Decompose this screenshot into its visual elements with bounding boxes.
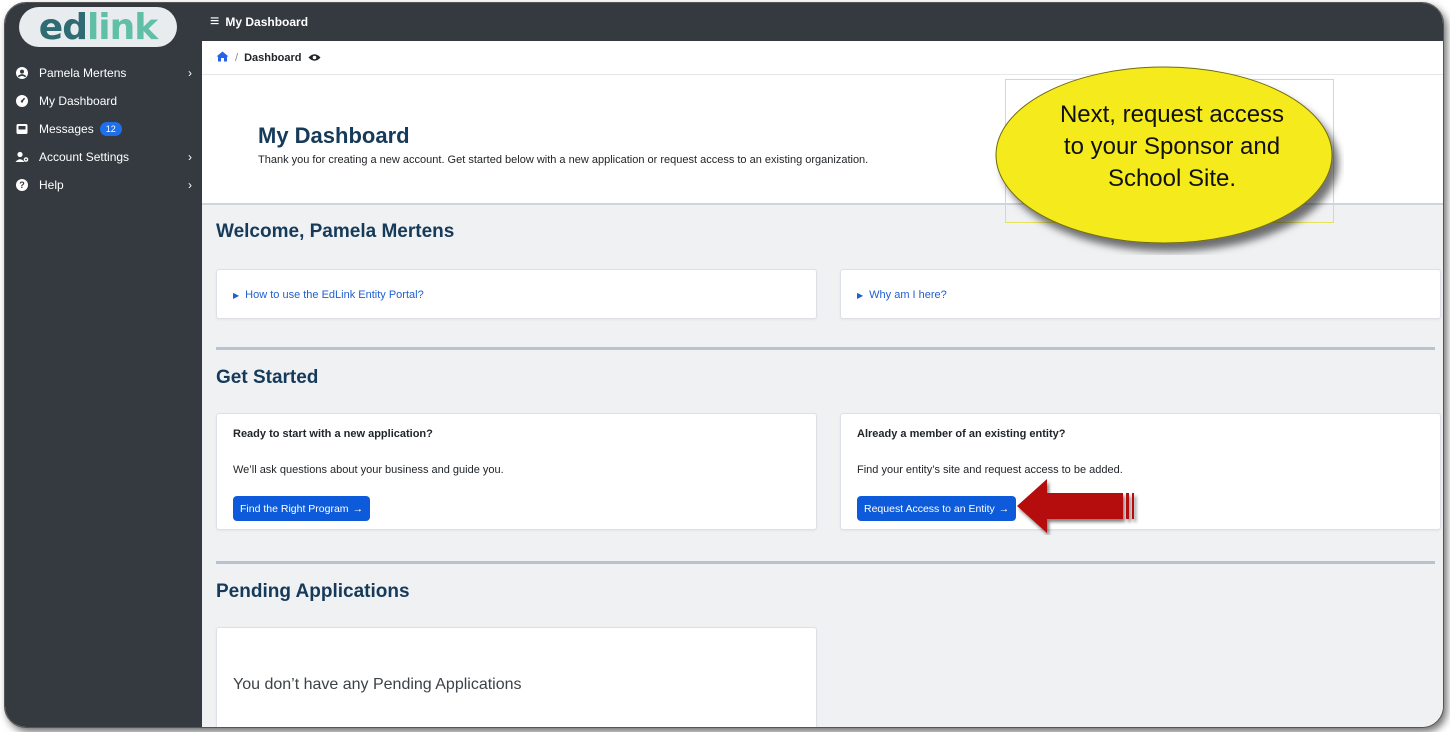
new-application-heading: Ready to start with a new application?: [233, 428, 433, 440]
messages-count-badge: 12: [99, 122, 122, 136]
home-icon[interactable]: [216, 50, 229, 65]
caret-right-icon: ▶: [857, 291, 864, 300]
topbar-title: My Dashboard: [225, 15, 309, 29]
section-divider: [216, 561, 1435, 564]
how-to-use-link-label: How to use the EdLink Entity Portal?: [245, 289, 424, 301]
new-application-card: Ready to start with a new application? W…: [216, 413, 817, 530]
pending-applications-heading: Pending Applications: [216, 581, 410, 602]
sidebar-item-dashboard[interactable]: My Dashboard: [5, 87, 202, 115]
callout-text: Next, request access to your Sponsor and…: [1015, 99, 1329, 195]
inbox-icon: [13, 123, 31, 135]
existing-entity-heading: Already a member of an existing entity?: [857, 428, 1066, 440]
main-content: Welcome, Pamela Mertens ▶ How to use the …: [202, 203, 1443, 727]
welcome-heading: Welcome, Pamela Mertens: [216, 221, 455, 242]
logo-part-link: link: [86, 6, 158, 48]
sidebar-item-label: Help: [39, 178, 64, 192]
sidebar-item-label: Account Settings: [39, 150, 130, 164]
sidebar-item-account-settings[interactable]: Account Settings ›: [5, 143, 202, 171]
eye-icon[interactable]: [308, 51, 321, 65]
chevron-right-icon: ›: [188, 150, 192, 164]
arrow-right-icon: →: [352, 502, 364, 515]
section-divider: [216, 347, 1435, 350]
how-to-use-card: ▶ How to use the EdLink Entity Portal?: [216, 269, 817, 319]
sidebar-nav: Pamela Mertens › My Dashboard Messages 1…: [5, 59, 202, 199]
app-window: ed link Pamela Mertens › My Dashboard Me…: [4, 2, 1444, 728]
sidebar-item-messages[interactable]: Messages 12: [5, 115, 202, 143]
why-am-i-here-link-label: Why am I here?: [869, 289, 947, 301]
chevron-right-icon: ›: [188, 178, 192, 192]
sidebar: ed link Pamela Mertens › My Dashboard Me…: [5, 3, 202, 727]
why-am-i-here-link[interactable]: ▶ Why am I here?: [857, 289, 947, 301]
caret-right-icon: ▶: [233, 291, 240, 300]
arrow-right-icon: →: [998, 502, 1010, 515]
logo-part-ed: ed: [38, 6, 88, 48]
user-cog-icon: [13, 151, 31, 163]
how-to-use-link[interactable]: ▶ How to use the EdLink Entity Portal?: [233, 289, 424, 301]
edlink-logo[interactable]: ed link: [19, 6, 177, 48]
breadcrumb-separator: /: [235, 51, 239, 64]
get-started-heading: Get Started: [216, 367, 319, 388]
existing-entity-card: Already a member of an existing entity? …: [840, 413, 1441, 530]
user-circle-icon: [13, 67, 31, 79]
page-subtitle: Thank you for creating a new account. Ge…: [258, 154, 869, 166]
question-circle-icon: ?: [13, 179, 31, 191]
red-arrow-annotation: [1017, 479, 1134, 533]
find-right-program-label: Find the Right Program: [240, 502, 349, 515]
callout-line-1: Next, request access: [1059, 101, 1285, 128]
request-access-button[interactable]: Request Access to an Entity →: [857, 496, 1017, 521]
new-application-text: We’ll ask questions about your business …: [233, 464, 504, 476]
find-right-program-button[interactable]: Find the Right Program →: [233, 496, 371, 521]
sidebar-item-help[interactable]: ? Help ›: [5, 171, 202, 199]
existing-entity-text: Find your entity’s site and request acce…: [857, 464, 1123, 476]
sidebar-item-label: Messages: [39, 122, 94, 136]
sidebar-item-label: My Dashboard: [39, 94, 118, 108]
sidebar-item-label: Pamela Mertens: [39, 66, 127, 80]
svg-text:?: ?: [19, 180, 25, 190]
pending-applications-card: You don’t have any Pending Applications: [216, 627, 817, 727]
top-bar: ≡ My Dashboard: [202, 3, 1443, 41]
request-access-label: Request Access to an Entity: [864, 502, 995, 515]
chevron-right-icon: ›: [188, 66, 192, 80]
callout-line-2: to your Sponsor and: [1063, 133, 1281, 160]
breadcrumb-current: Dashboard: [244, 51, 302, 64]
page-title: My Dashboard: [258, 123, 410, 148]
why-am-i-here-card: ▶ Why am I here?: [840, 269, 1441, 319]
sidebar-item-user[interactable]: Pamela Mertens ›: [5, 59, 202, 87]
pending-empty-text: You don’t have any Pending Applications: [233, 676, 522, 693]
hamburger-menu-icon[interactable]: ≡: [210, 13, 219, 31]
callout-line-3: School Site.: [1107, 165, 1237, 192]
dashboard-gauge-icon: [13, 95, 31, 107]
